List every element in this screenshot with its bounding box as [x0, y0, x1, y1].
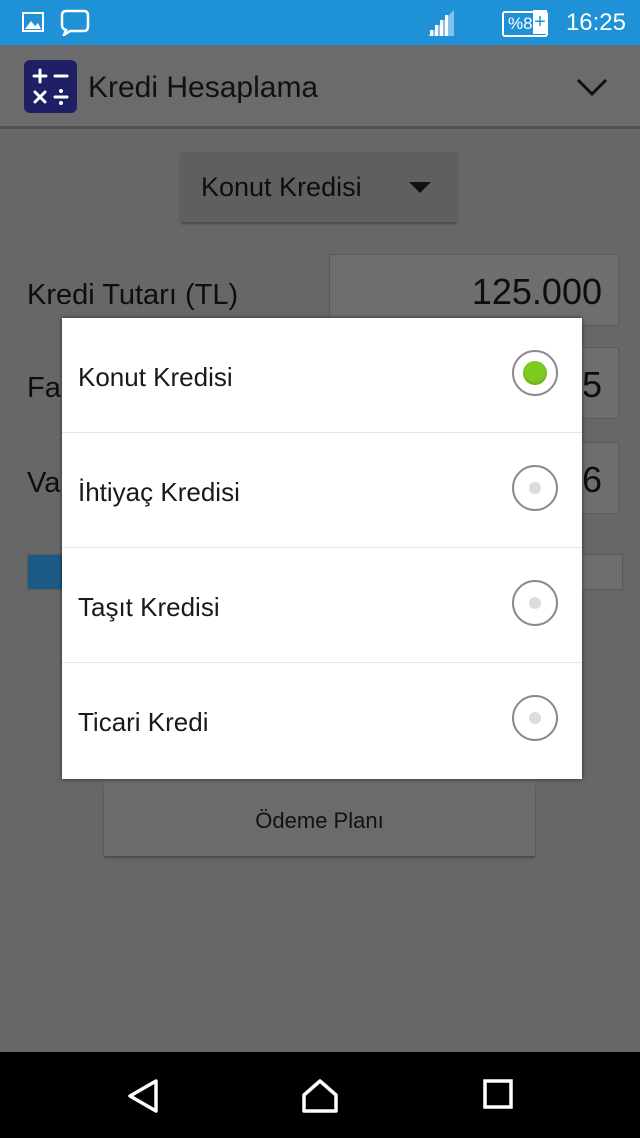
- loan-type-spinner[interactable]: Konut Kredisi: [181, 152, 457, 222]
- app-title: Kredi Hesaplama: [88, 71, 319, 104]
- amount-value: 125.000: [471, 271, 602, 312]
- radio-button-icon[interactable]: [512, 465, 558, 511]
- option-ihtiyac-kredisi[interactable]: İhtiyaç Kredisi: [62, 433, 582, 548]
- option-label: İhtiyaç Kredisi: [78, 477, 240, 507]
- home-icon[interactable]: [301, 1078, 339, 1114]
- term-label: Va: [27, 467, 61, 499]
- amount-field[interactable]: 125.000: [329, 254, 619, 326]
- navigation-bar: [0, 1052, 640, 1138]
- option-konut-kredisi[interactable]: Konut Kredisi: [62, 318, 582, 433]
- loan-type-dialog: Konut Kredisi İhtiyaç Kredisi Taşıt Kred…: [62, 318, 582, 779]
- back-icon[interactable]: [126, 1078, 160, 1114]
- option-label: Konut Kredisi: [78, 362, 233, 392]
- rate-value: 5: [581, 364, 602, 405]
- progress-fill: [28, 555, 64, 589]
- option-label: Taşıt Kredisi: [78, 592, 220, 622]
- action-bar: Kredi Hesaplama: [0, 45, 640, 129]
- image-icon: [22, 12, 44, 32]
- recents-icon[interactable]: [482, 1078, 514, 1110]
- charging-indicator: +: [533, 10, 547, 34]
- option-label: Ticari Kredi: [78, 707, 209, 737]
- term-value: 6: [581, 459, 602, 500]
- clock: 16:25: [565, 9, 626, 36]
- option-tasit-kredisi[interactable]: Taşıt Kredisi: [62, 548, 582, 663]
- radio-button-icon[interactable]: [512, 580, 558, 626]
- chat-bubble-icon: [60, 9, 90, 36]
- chevron-down-icon[interactable]: [576, 77, 608, 97]
- rate-label: Fa: [27, 372, 61, 404]
- payment-plan-button[interactable]: Ödeme Planı: [104, 783, 535, 856]
- calculator-icon: [24, 60, 77, 113]
- radio-button-icon[interactable]: [512, 350, 558, 396]
- signal-icon: [428, 10, 454, 36]
- loan-type-value: Konut Kredisi: [201, 172, 362, 202]
- option-ticari-kredi[interactable]: Ticari Kredi: [62, 663, 582, 778]
- amount-label: Kredi Tutarı (TL): [27, 279, 239, 311]
- dropdown-arrow-icon: [409, 182, 431, 193]
- radio-button-icon[interactable]: [512, 695, 558, 741]
- status-bar: %81 + 16:25: [0, 0, 640, 45]
